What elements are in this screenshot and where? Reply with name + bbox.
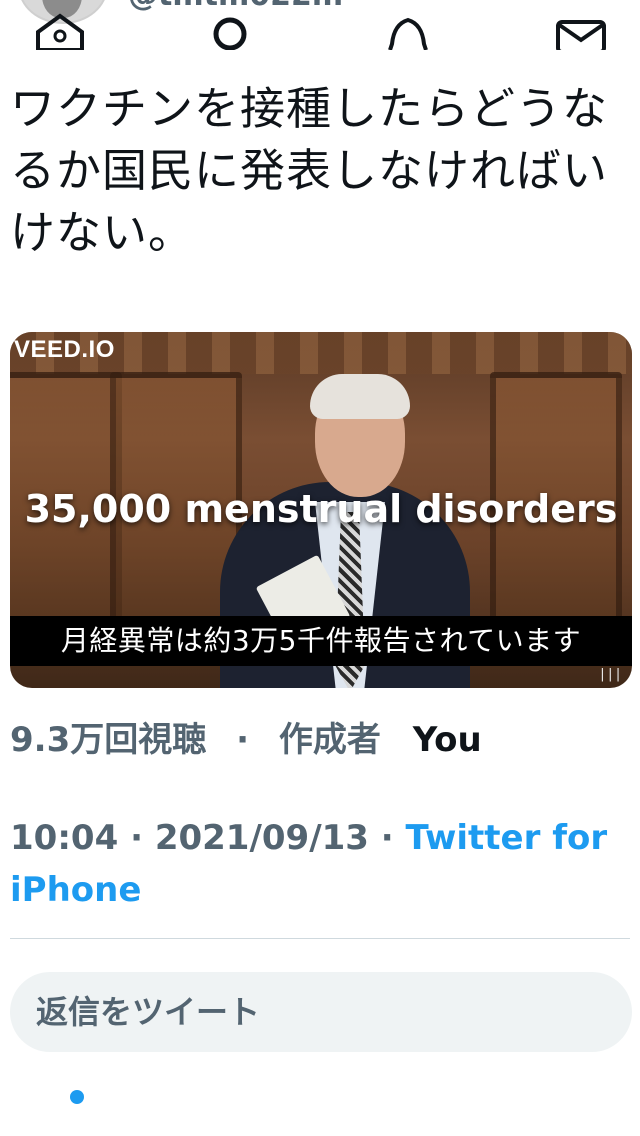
notification-dot	[70, 1090, 84, 1104]
messages-icon[interactable]	[552, 10, 612, 50]
divider	[10, 938, 630, 939]
video-subtitle-japanese: 月経異常は約3万5千件報告されています	[10, 616, 632, 666]
tweet-date[interactable]: 2021/09/13	[155, 818, 369, 858]
video-caption-english: 35,000 menstrual disorders	[24, 487, 618, 531]
tweet-meta: 10:04 · 2021/09/13 · Twitter for iPhone	[10, 812, 630, 916]
video-watermark: VEED.IO	[14, 336, 115, 363]
author-link[interactable]: You	[413, 720, 482, 760]
video-player[interactable]: VEED.IO 35,000 menstrual disorders 月経異常は…	[10, 332, 632, 688]
tweet-stats: 9.3万回視聴 · 作成者 You	[10, 712, 482, 761]
home-icon[interactable]	[30, 10, 90, 50]
tweet-text: ワクチンを接種したらどうなるか国民に発表しなければいけない。	[10, 82, 609, 259]
reply-input[interactable]: 返信をツイート	[10, 972, 632, 1052]
meta-separator: ·	[118, 818, 155, 858]
separator: ·	[236, 720, 249, 760]
view-count[interactable]: 9.3万回視聴	[10, 720, 206, 760]
created-by-label: 作成者	[278, 720, 381, 760]
meta-separator: ·	[368, 818, 406, 858]
notifications-icon[interactable]	[378, 10, 438, 50]
tweet-time[interactable]: 10:04	[10, 818, 118, 858]
search-icon[interactable]	[200, 10, 260, 50]
speaker-hair	[310, 374, 410, 419]
parliament-logo-icon: |||	[598, 667, 622, 682]
